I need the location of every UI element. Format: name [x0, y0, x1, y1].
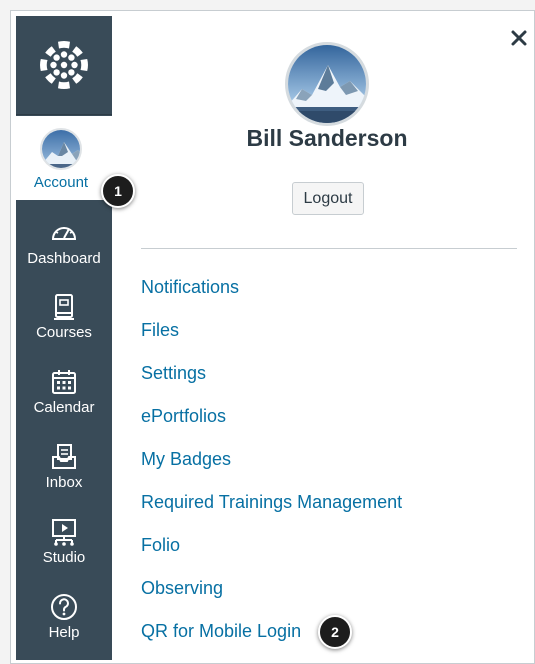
callout-marker-2: 2	[318, 615, 352, 649]
logo-button[interactable]	[16, 16, 112, 115]
close-icon[interactable]	[510, 29, 528, 47]
profile-avatar	[285, 42, 369, 126]
sidebar-item-help[interactable]: Help	[16, 586, 112, 660]
sidebar-item-label: Account	[33, 174, 89, 191]
sidebar-item-calendar[interactable]: Calendar	[16, 361, 112, 435]
screenshot-frame: Account Dashboard Courses Calendar Inbox…	[10, 10, 535, 664]
sidebar-item-label: Studio	[42, 549, 86, 566]
calendar-icon	[52, 370, 76, 394]
callout-marker-1: 1	[101, 174, 135, 208]
studio-icon	[52, 519, 76, 546]
logout-button[interactable]: Logout	[292, 182, 364, 215]
dashboard-icon	[51, 227, 77, 240]
sidebar-item-courses[interactable]: Courses	[16, 286, 112, 360]
link-required-trainings-management[interactable]: Required Trainings Management	[141, 492, 402, 513]
help-icon	[51, 594, 77, 620]
sidebar-item-label: Inbox	[45, 474, 83, 491]
global-nav-sidebar: Account Dashboard Courses Calendar Inbox…	[16, 16, 112, 660]
link-observing[interactable]: Observing	[141, 578, 223, 599]
sidebar-item-label: Help	[48, 624, 80, 641]
divider	[141, 248, 517, 249]
sidebar-item-label: Calendar	[33, 399, 95, 416]
link-notifications[interactable]: Notifications	[141, 277, 239, 298]
sidebar-item-label: Dashboard	[27, 250, 101, 267]
sidebar-item-dashboard[interactable]: Dashboard	[16, 212, 112, 286]
sidebar-item-inbox[interactable]: Inbox	[16, 436, 112, 510]
sidebar-item-studio[interactable]: Studio	[16, 511, 112, 585]
link-qr-for-mobile-login[interactable]: QR for Mobile Login	[141, 621, 301, 642]
canvas-logo-icon	[40, 41, 88, 89]
inbox-icon	[52, 444, 76, 469]
user-avatar-icon	[40, 128, 82, 170]
link-folio[interactable]: Folio	[141, 535, 180, 556]
sidebar-item-account[interactable]: Account	[16, 116, 112, 200]
link-eportfolios[interactable]: ePortfolios	[141, 406, 226, 427]
courses-icon	[54, 294, 74, 320]
link-my-badges[interactable]: My Badges	[141, 449, 231, 470]
link-files[interactable]: Files	[141, 320, 179, 341]
user-name: Bill Sanderson	[246, 125, 408, 151]
sidebar-item-label: Courses	[36, 324, 92, 341]
link-settings[interactable]: Settings	[141, 363, 206, 384]
